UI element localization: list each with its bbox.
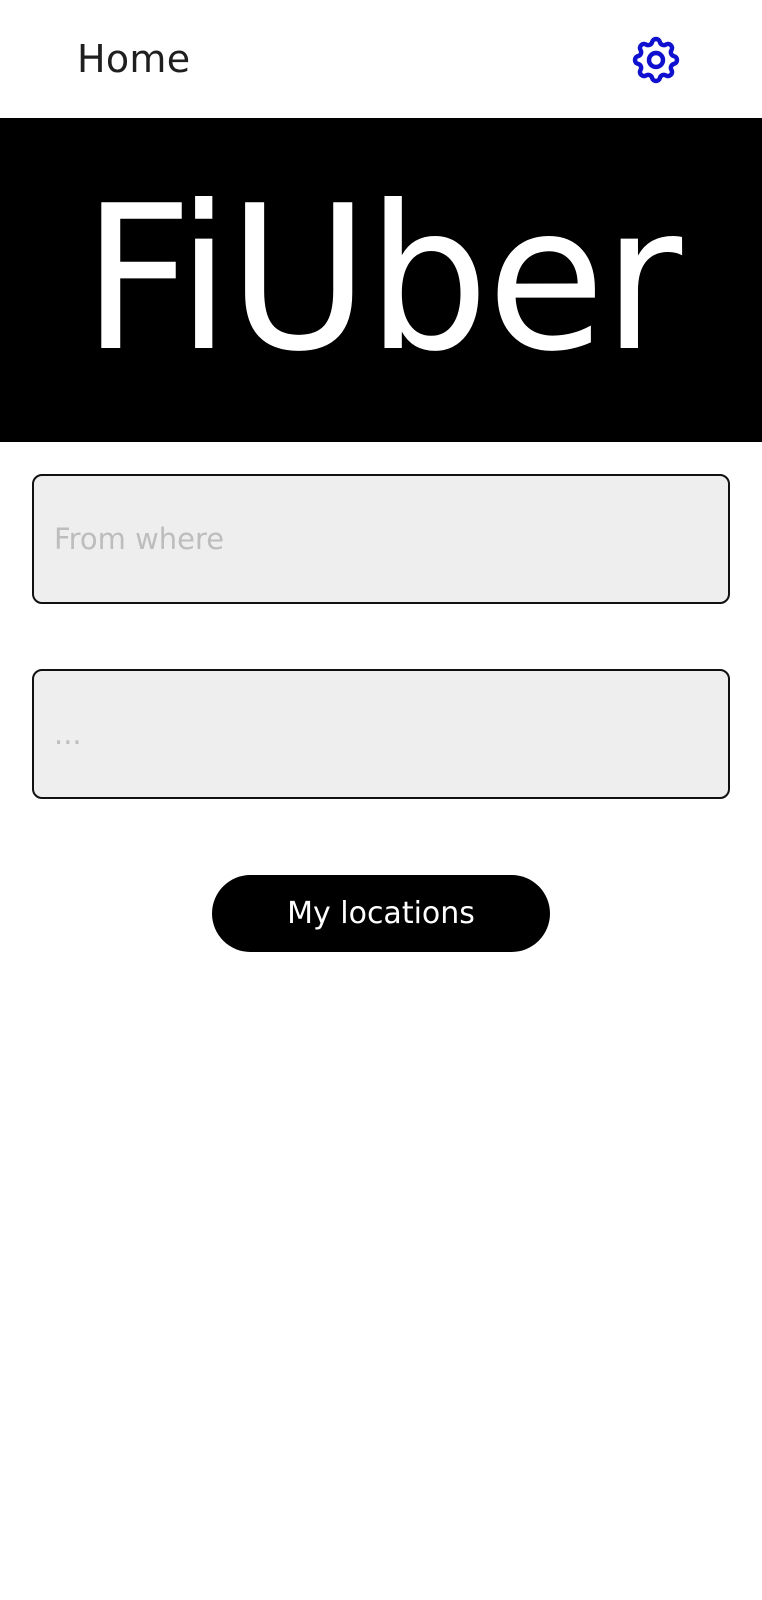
- gear-icon: [632, 36, 680, 84]
- home-screen: Home FiUber My locations: [0, 0, 762, 1600]
- my-locations-button[interactable]: My locations: [212, 875, 550, 952]
- from-where-field[interactable]: [32, 474, 730, 604]
- from-where-input[interactable]: [34, 476, 728, 602]
- app-logo-text: FiUber: [82, 163, 682, 396]
- settings-button[interactable]: [624, 28, 688, 92]
- page-title: Home: [77, 37, 191, 81]
- brand-banner: FiUber: [0, 118, 762, 442]
- app-bar: Home: [0, 0, 762, 118]
- destination-field[interactable]: [32, 669, 730, 799]
- destination-input[interactable]: [34, 671, 728, 797]
